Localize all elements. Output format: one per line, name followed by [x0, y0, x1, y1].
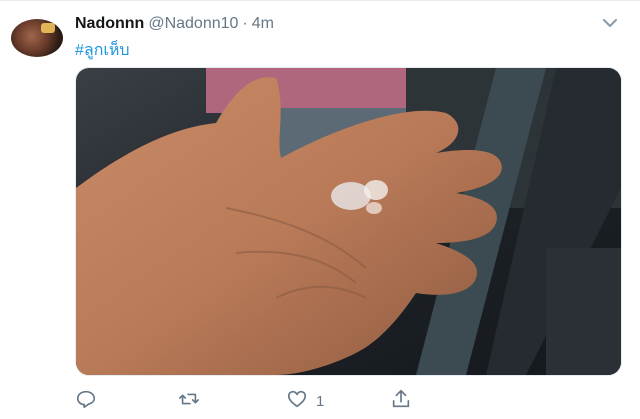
top-divider: [0, 0, 640, 1]
share-button[interactable]: [390, 388, 412, 414]
like-count: 1: [316, 392, 325, 410]
reply-icon: [75, 388, 97, 414]
display-name[interactable]: Nadonnn: [75, 15, 144, 32]
heart-icon: [286, 388, 308, 414]
user-handle[interactable]: @Nadonn10: [148, 15, 238, 32]
retweet-button[interactable]: [178, 388, 200, 414]
tweet-header: Nadonnn @Nadonn10 · 4m: [75, 15, 274, 33]
tweet-actions: 1: [0, 388, 640, 418]
timestamp[interactable]: 4m: [252, 15, 274, 32]
like-button[interactable]: 1: [286, 388, 324, 414]
reply-button[interactable]: [75, 388, 97, 414]
retweet-icon: [178, 388, 200, 414]
tweet-photo[interactable]: [75, 67, 622, 376]
chevron-down-icon[interactable]: [600, 15, 620, 31]
separator-dot: ·: [242, 15, 248, 32]
tweet-hashtag[interactable]: #ลูกเห็บ: [75, 38, 130, 63]
share-icon: [390, 388, 412, 414]
avatar[interactable]: [11, 19, 63, 57]
